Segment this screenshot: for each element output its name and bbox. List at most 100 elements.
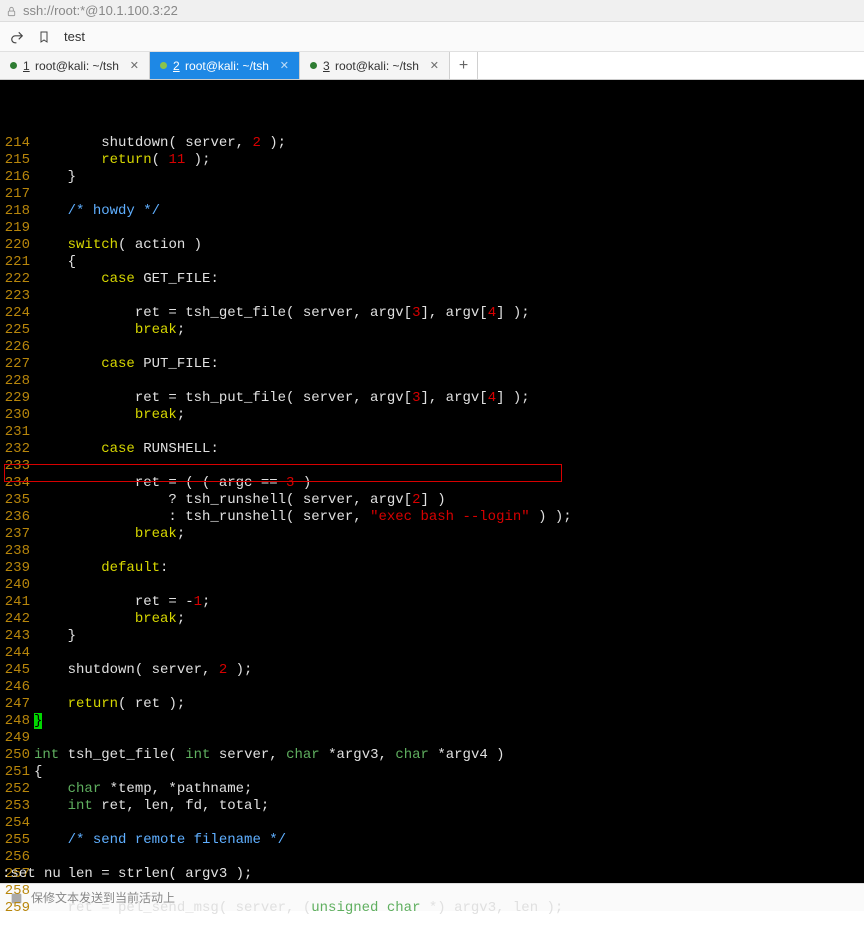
code-content: int ret, len, fd, total; (34, 798, 864, 815)
code-content (34, 577, 864, 594)
code-line: 248} (0, 713, 864, 730)
code-content: : tsh_runshell( server, "exec bash --log… (34, 509, 864, 526)
code-content (34, 883, 864, 900)
code-content: int tsh_get_file( int server, char *argv… (34, 747, 864, 764)
code-line: 219 (0, 220, 864, 237)
code-content (34, 645, 864, 662)
code-line: 255 /* send remote filename */ (0, 832, 864, 849)
code-line: 243 } (0, 628, 864, 645)
line-number: 249 (0, 730, 34, 747)
tab-1[interactable]: 1 root@kali: ~/tsh ✕ (0, 52, 150, 79)
code-content: len = strlen( argv3 ); (34, 866, 864, 883)
code-line: 227 case PUT_FILE: (0, 356, 864, 373)
code-content: default: (34, 560, 864, 577)
line-number: 221 (0, 254, 34, 271)
code-line: 232 case RUNSHELL: (0, 441, 864, 458)
code-line: 256 (0, 849, 864, 866)
code-content: shutdown( server, 2 ); (34, 662, 864, 679)
code-content: /* send remote filename */ (34, 832, 864, 849)
line-number: 234 (0, 475, 34, 492)
code-content (34, 849, 864, 866)
forward-icon[interactable] (10, 29, 24, 45)
close-icon[interactable]: ✕ (130, 59, 139, 72)
code-line: 258 (0, 883, 864, 900)
terminal[interactable]: 214 shutdown( server, 2 );215 return( 11… (0, 80, 864, 883)
line-number: 216 (0, 169, 34, 186)
code-content: ret = -1; (34, 594, 864, 611)
code-content: ret = tsh_put_file( server, argv[3], arg… (34, 390, 864, 407)
code-line: 242 break; (0, 611, 864, 628)
bookmark-icon[interactable] (38, 29, 50, 45)
code-content: ret = ( ( argc == 3 ) (34, 475, 864, 492)
code-content (34, 424, 864, 441)
code-content: ret = pel_send_msg( server, (unsigned ch… (34, 900, 864, 917)
line-number: 244 (0, 645, 34, 662)
code-content (34, 186, 864, 203)
line-number: 255 (0, 832, 34, 849)
bookmark-label[interactable]: test (64, 29, 85, 44)
tab-2[interactable]: 2 root@kali: ~/tsh ✕ (150, 52, 300, 79)
code-line: 251{ (0, 764, 864, 781)
code-content: case RUNSHELL: (34, 441, 864, 458)
code-content (34, 679, 864, 696)
line-number: 241 (0, 594, 34, 611)
code-content: shutdown( server, 2 ); (34, 135, 864, 152)
line-number: 250 (0, 747, 34, 764)
line-number: 222 (0, 271, 34, 288)
code-line: 223 (0, 288, 864, 305)
code-content (34, 339, 864, 356)
line-number: 247 (0, 696, 34, 713)
code-content: ? tsh_runshell( server, argv[2] ) (34, 492, 864, 509)
tabs-bar: 1 root@kali: ~/tsh ✕ 2 root@kali: ~/tsh … (0, 52, 864, 80)
status-dot-icon (310, 62, 317, 69)
code-line: 236 : tsh_runshell( server, "exec bash -… (0, 509, 864, 526)
code-line: 215 return( 11 ); (0, 152, 864, 169)
code-line: 218 /* howdy */ (0, 203, 864, 220)
code-line: 229 ret = tsh_put_file( server, argv[3],… (0, 390, 864, 407)
tab-3[interactable]: 3 root@kali: ~/tsh ✕ (300, 52, 450, 79)
code-content: } (34, 713, 864, 730)
line-number: 231 (0, 424, 34, 441)
code-content: break; (34, 322, 864, 339)
line-number: 243 (0, 628, 34, 645)
code-line: 228 (0, 373, 864, 390)
line-number: 246 (0, 679, 34, 696)
code-content (34, 815, 864, 832)
line-number: 238 (0, 543, 34, 560)
code-content: { (34, 764, 864, 781)
line-number: 237 (0, 526, 34, 543)
code-line: 247 return( ret ); (0, 696, 864, 713)
code-content (34, 543, 864, 560)
line-number: 217 (0, 186, 34, 203)
code-content: ret = tsh_get_file( server, argv[3], arg… (34, 305, 864, 322)
code-content: case GET_FILE: (34, 271, 864, 288)
line-number: 254 (0, 815, 34, 832)
line-number: 220 (0, 237, 34, 254)
line-number: 253 (0, 798, 34, 815)
code-line: 239 default: (0, 560, 864, 577)
status-dot-icon (160, 62, 167, 69)
code-line: 230 break; (0, 407, 864, 424)
code-content (34, 220, 864, 237)
vim-status-line: :set nu (2, 866, 61, 883)
code-line: 214 shutdown( server, 2 ); (0, 135, 864, 152)
line-number: 236 (0, 509, 34, 526)
line-number: 235 (0, 492, 34, 509)
line-number: 228 (0, 373, 34, 390)
line-number: 223 (0, 288, 34, 305)
code-content: case PUT_FILE: (34, 356, 864, 373)
code-line: 244 (0, 645, 864, 662)
code-line: 252 char *temp, *pathname; (0, 781, 864, 798)
code-line: 226 (0, 339, 864, 356)
toolbar: test (0, 22, 864, 52)
close-icon[interactable]: ✕ (280, 59, 289, 72)
code-line: 220 switch( action ) (0, 237, 864, 254)
add-tab-button[interactable]: + (450, 52, 478, 79)
code-line: 253 int ret, len, fd, total; (0, 798, 864, 815)
line-number: 226 (0, 339, 34, 356)
code-line: 221 { (0, 254, 864, 271)
code-content (34, 458, 864, 475)
close-icon[interactable]: ✕ (430, 59, 439, 72)
line-number: 218 (0, 203, 34, 220)
code-line: 238 (0, 543, 864, 560)
